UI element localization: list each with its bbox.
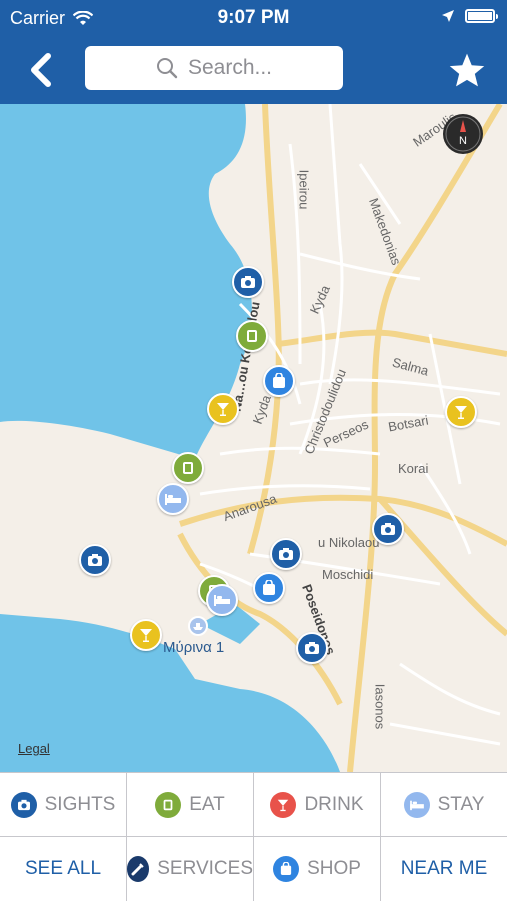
stay-pin[interactable] xyxy=(157,483,189,515)
camera-icon xyxy=(10,791,37,818)
category-services[interactable]: SERVICES xyxy=(127,837,253,900)
sight-pin[interactable] xyxy=(270,538,302,570)
street-label: Ipeirou xyxy=(296,169,312,210)
compass-icon: N xyxy=(445,116,481,152)
street-label: Moschidi xyxy=(322,567,374,582)
bed-icon xyxy=(403,791,430,818)
category-label: DRINK xyxy=(304,793,364,815)
star-icon xyxy=(449,53,485,87)
ferry-marker[interactable] xyxy=(188,616,208,636)
drink-pin[interactable] xyxy=(130,619,162,651)
category-see-all[interactable]: SEE ALL xyxy=(0,837,126,900)
eat-pin[interactable] xyxy=(172,452,204,484)
sight-pin[interactable] xyxy=(79,544,111,576)
cocktail-icon xyxy=(140,629,152,642)
plate-icon xyxy=(183,462,193,474)
category-near-me[interactable]: NEAR ME xyxy=(381,837,507,900)
category-grid: SIGHTS EAT DRINK STAY SEE ALL SERVICES S… xyxy=(0,772,507,901)
bed-icon xyxy=(214,595,230,606)
camera-icon xyxy=(88,554,102,566)
plate-icon xyxy=(247,330,257,342)
legal-link[interactable]: Legal xyxy=(18,741,50,756)
sight-pin[interactable] xyxy=(232,266,264,298)
camera-icon xyxy=(241,276,255,288)
street-label: u Nikolaou xyxy=(318,535,380,550)
sight-pin[interactable] xyxy=(296,632,328,664)
drink-pin[interactable] xyxy=(445,396,477,428)
favorites-button[interactable] xyxy=(447,50,487,90)
chevron-left-icon xyxy=(31,53,51,87)
location-arrow-icon xyxy=(442,10,454,22)
category-label: EAT xyxy=(189,793,225,815)
camera-icon xyxy=(381,523,395,535)
navigation-bar: Search... xyxy=(0,36,507,104)
street-label: Korai xyxy=(398,461,429,476)
stay-pin[interactable] xyxy=(206,584,238,616)
search-placeholder: Search... xyxy=(187,56,273,79)
compass-button[interactable]: N xyxy=(443,114,483,154)
bag-icon xyxy=(273,855,300,882)
map-view[interactable]: Ipeirou Makedonias Maroulis Kyda Kyda Sa… xyxy=(0,104,507,772)
category-shop[interactable]: SHOP xyxy=(254,837,380,900)
category-eat[interactable]: EAT xyxy=(127,773,253,836)
plate-icon xyxy=(155,791,182,818)
category-label: SIGHTS xyxy=(44,793,116,815)
street-label: Iasonos xyxy=(372,683,388,730)
shop-pin[interactable] xyxy=(253,572,285,604)
sight-pin[interactable] xyxy=(372,513,404,545)
status-bar: Carrier 9:07 PM xyxy=(0,0,507,36)
category-label: SERVICES xyxy=(157,857,253,879)
category-stay[interactable]: STAY xyxy=(381,773,507,836)
bed-icon xyxy=(165,494,181,505)
category-label: NEAR ME xyxy=(400,857,488,879)
search-icon xyxy=(156,58,178,79)
category-label: SHOP xyxy=(307,857,361,879)
bag-icon xyxy=(273,373,285,388)
category-drink[interactable]: DRINK xyxy=(254,773,380,836)
category-label: STAY xyxy=(437,793,485,815)
camera-icon xyxy=(279,548,293,560)
drink-pin[interactable] xyxy=(207,393,239,425)
status-time: 9:07 PM xyxy=(217,7,290,28)
svg-text:N: N xyxy=(459,135,467,147)
camera-icon xyxy=(305,642,319,654)
eat-pin[interactable] xyxy=(236,320,268,352)
tools-icon xyxy=(127,855,150,882)
cocktail-icon xyxy=(455,406,467,419)
ship-icon xyxy=(193,623,203,630)
bag-icon xyxy=(263,580,275,595)
shop-pin[interactable] xyxy=(263,365,295,397)
battery-icon xyxy=(465,9,498,23)
search-field[interactable]: Search... xyxy=(85,46,343,90)
category-sights[interactable]: SIGHTS xyxy=(0,773,126,836)
back-button[interactable] xyxy=(22,50,58,90)
category-label: SEE ALL xyxy=(24,857,102,879)
town-label: Μύρινα 1 xyxy=(163,639,225,656)
status-right xyxy=(441,9,498,23)
cocktail-icon xyxy=(270,791,297,818)
cocktail-icon xyxy=(217,403,229,416)
map-base xyxy=(0,104,507,772)
